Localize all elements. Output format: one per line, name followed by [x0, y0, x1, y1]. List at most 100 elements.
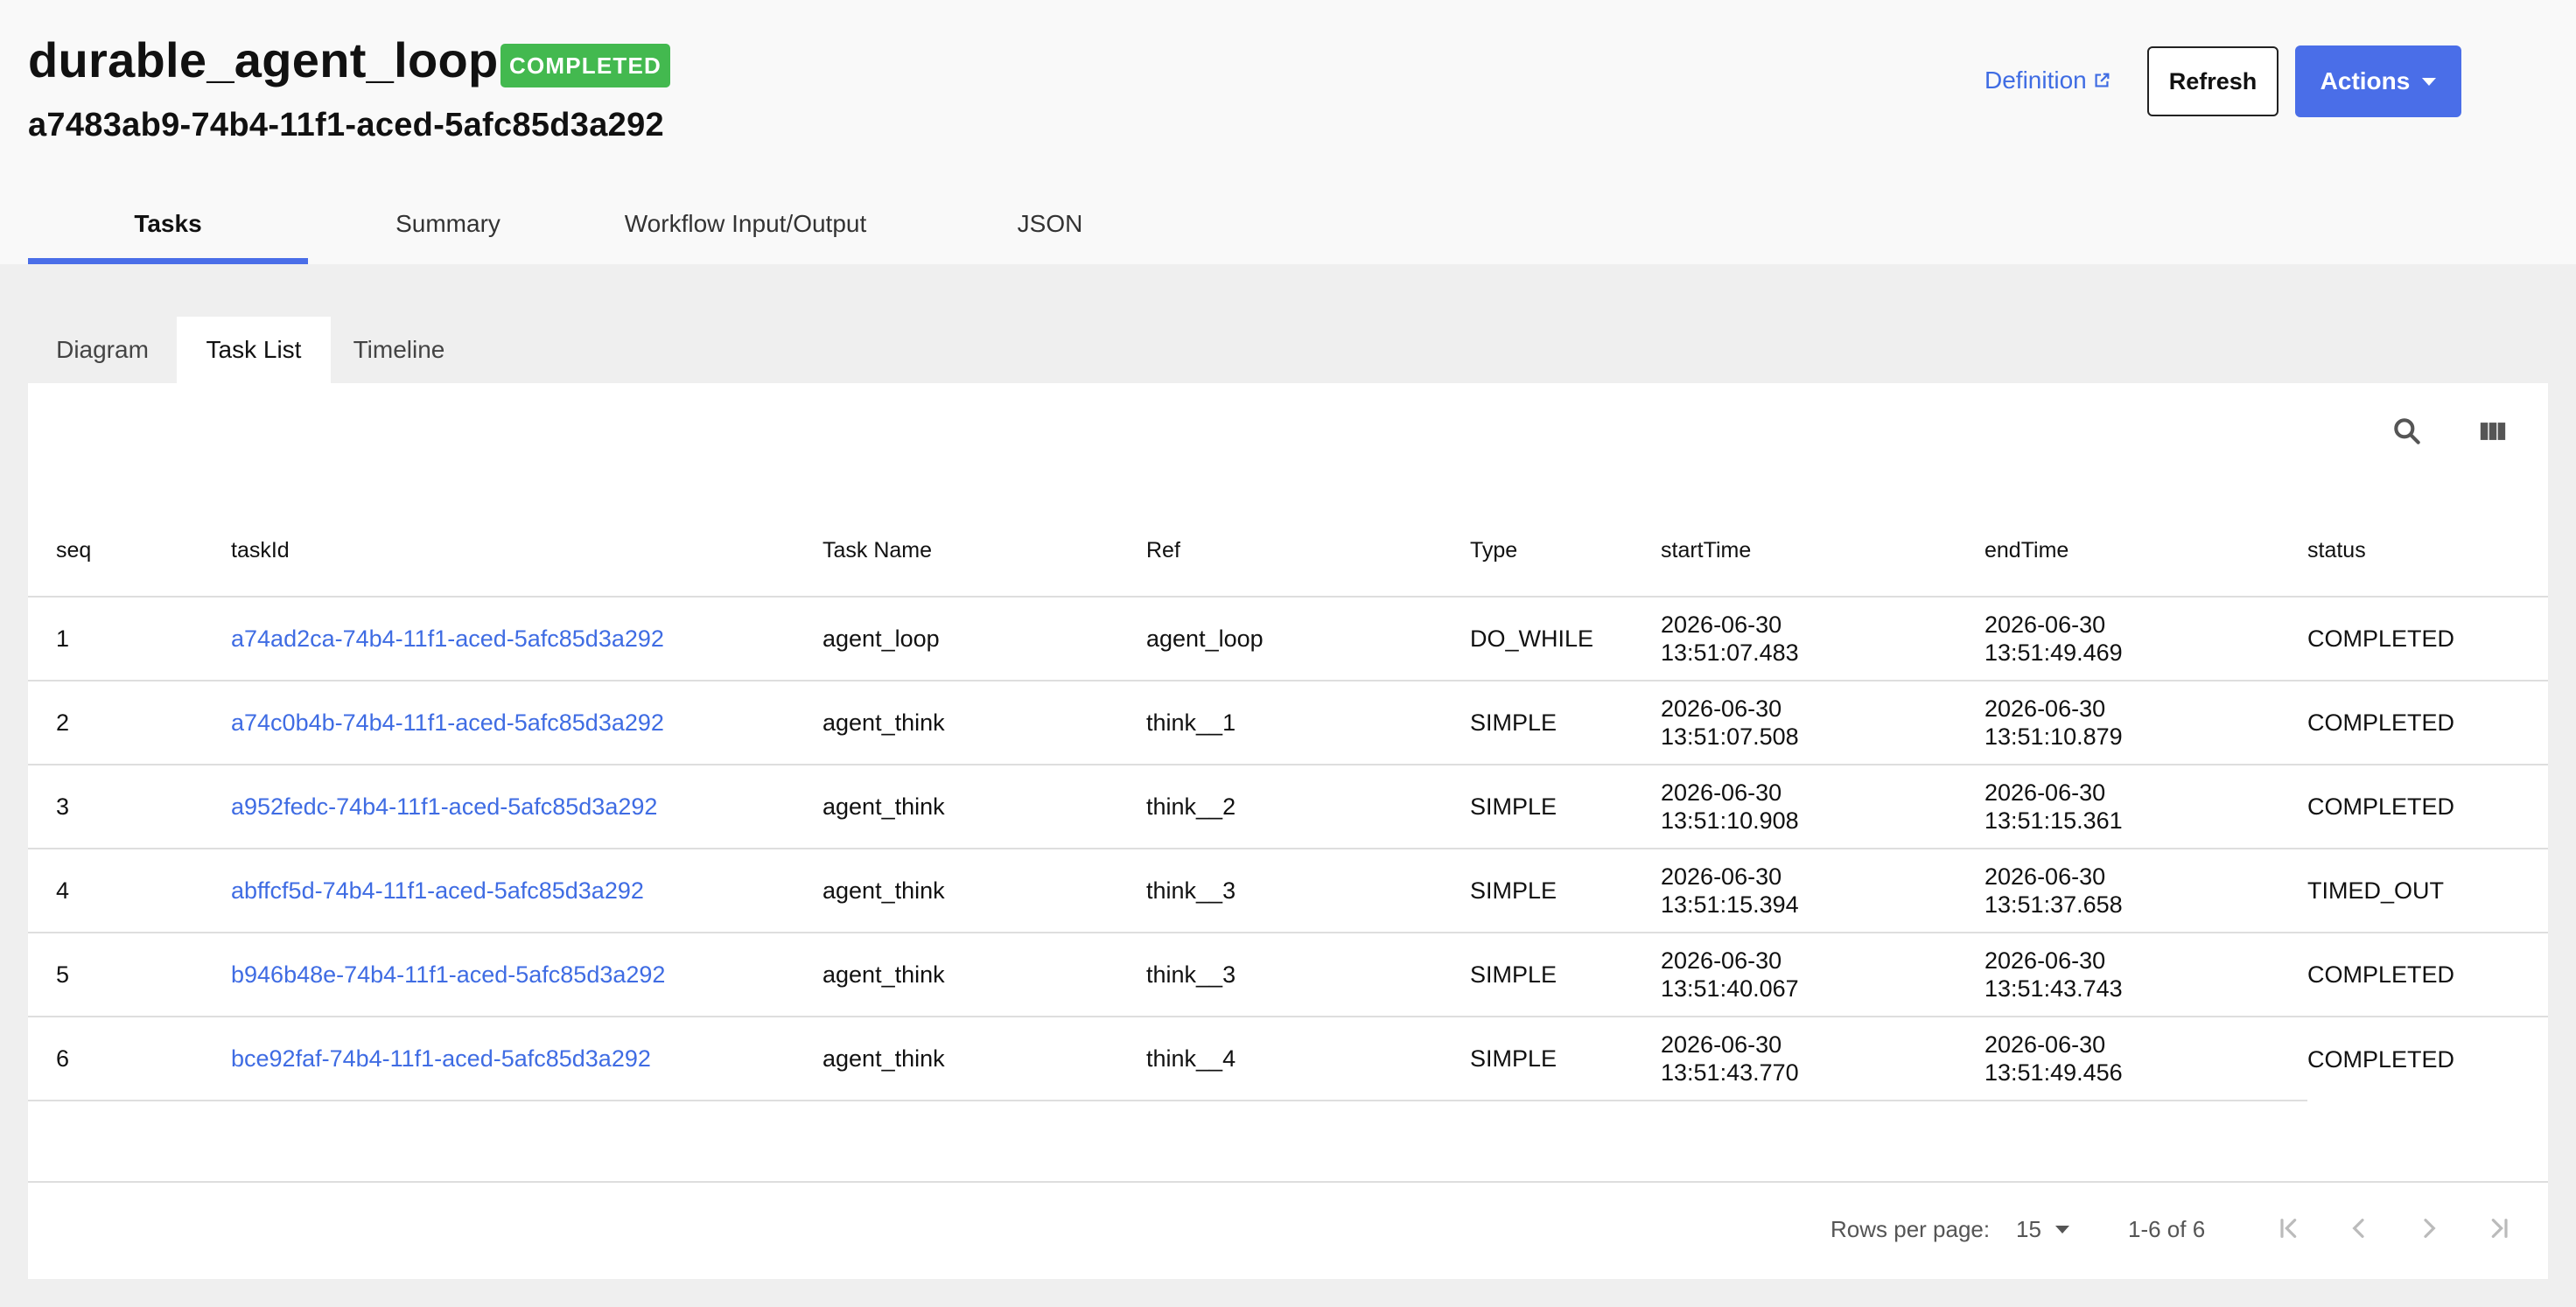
cell-ref: think__3: [1146, 933, 1470, 1017]
end-date: 2026-06-30: [1984, 863, 2106, 890]
cell-status: COMPLETED: [2307, 1045, 2455, 1073]
task-id-link[interactable]: a74c0b4b-74b4-11f1-aced-5afc85d3a292: [231, 709, 664, 736]
last-page-icon[interactable]: [2485, 1214, 2513, 1242]
cell-start-time: 2026-06-30 13:51:07.508: [1661, 681, 1984, 765]
column-header-status[interactable]: status: [2307, 506, 2548, 598]
search-icon[interactable]: [2390, 415, 2424, 448]
cell-status: TIMED_OUT: [2307, 849, 2548, 933]
column-header-task-name[interactable]: Task Name: [822, 506, 1146, 598]
column-header-endtime[interactable]: endTime: [1984, 506, 2307, 598]
subtab-task-list[interactable]: Task List: [177, 317, 331, 383]
start-clock: 13:51:15.394: [1661, 891, 1799, 918]
task-id-link[interactable]: bce92faf-74b4-11f1-aced-5afc85d3a292: [231, 1045, 651, 1072]
rows-per-page-label: Rows per page:: [1830, 1216, 1991, 1242]
cell-type: SIMPLE: [1470, 765, 1661, 849]
start-date: 2026-06-30: [1661, 612, 1782, 638]
column-header-type[interactable]: Type: [1470, 506, 1661, 598]
table-pagination: Rows per page: 15 1-6 of 6: [28, 1181, 2548, 1279]
cell-end-time: 2026-06-30 13:51:15.361: [1984, 765, 2307, 849]
cell-seq: 1: [28, 597, 231, 681]
start-clock: 13:51:07.483: [1661, 640, 1799, 666]
cell-type: SIMPLE: [1470, 1017, 1661, 1101]
column-header-taskid[interactable]: taskId: [231, 506, 822, 598]
cell-type: SIMPLE: [1470, 849, 1661, 933]
cell-end-time: 2026-06-30 13:51:10.879: [1984, 681, 2307, 765]
cell-ref: think__4: [1146, 1017, 1470, 1101]
table-row: 6 bce92faf-74b4-11f1-aced-5afc85d3a292 a…: [28, 1017, 2548, 1101]
subtab-label: Timeline: [353, 336, 445, 363]
cell-task-name: agent_think: [822, 765, 1146, 849]
start-date: 2026-06-30: [1661, 863, 1782, 890]
previous-page-icon[interactable]: [2345, 1214, 2373, 1242]
cell-status: COMPLETED: [2307, 681, 2548, 765]
table-row: 5 b946b48e-74b4-11f1-aced-5afc85d3a292 a…: [28, 933, 2548, 1017]
subtab-timeline[interactable]: Timeline: [331, 317, 467, 383]
table-header-row: seq taskId Task Name Ref Type startTime …: [28, 506, 2548, 598]
cell-task-name: agent_think: [822, 681, 1146, 765]
cell-end-time: 2026-06-30 13:51:37.658: [1984, 849, 2307, 933]
task-table: seq taskId Task Name Ref Type startTime …: [28, 506, 2548, 1101]
end-clock: 13:51:43.743: [1984, 975, 2123, 1002]
task-id-link[interactable]: b946b48e-74b4-11f1-aced-5afc85d3a292: [231, 961, 665, 988]
cell-ref: think__2: [1146, 765, 1470, 849]
start-clock: 13:51:43.770: [1661, 1059, 1799, 1086]
table-row: 2 a74c0b4b-74b4-11f1-aced-5afc85d3a292 a…: [28, 681, 2548, 765]
tab-summary[interactable]: Summary: [308, 198, 588, 264]
start-clock: 13:51:07.508: [1661, 723, 1799, 750]
definition-link[interactable]: Definition: [1984, 66, 2111, 94]
column-header-seq[interactable]: seq: [28, 506, 231, 598]
cell-type: SIMPLE: [1470, 681, 1661, 765]
task-id-link[interactable]: a952fedc-74b4-11f1-aced-5afc85d3a292: [231, 793, 657, 820]
cell-ref: think__1: [1146, 681, 1470, 765]
workflow-header: durable_agent_loop COMPLETED a7483ab9-74…: [0, 0, 2576, 264]
next-page-icon[interactable]: [2415, 1214, 2443, 1242]
tab-label: Workflow Input/Output: [624, 210, 867, 237]
table-row: 3 a952fedc-74b4-11f1-aced-5afc85d3a292 a…: [28, 765, 2548, 849]
subtab-label: Task List: [206, 336, 302, 363]
caret-down-icon: [2422, 77, 2437, 86]
actions-button[interactable]: Actions: [2295, 45, 2461, 117]
external-link-icon: [2095, 73, 2110, 87]
first-page-icon[interactable]: [2275, 1214, 2303, 1242]
end-clock: 13:51:49.456: [1984, 1059, 2123, 1086]
pagination-range: 1-6 of 6: [2128, 1216, 2206, 1242]
status-badge: COMPLETED: [500, 44, 670, 87]
end-clock: 13:51:15.361: [1984, 807, 2123, 834]
cell-seq: 2: [28, 681, 231, 765]
task-id-link[interactable]: a74ad2ca-74b4-11f1-aced-5afc85d3a292: [231, 626, 664, 652]
cell-seq: 4: [28, 849, 231, 933]
workflow-id: a7483ab9-74b4-11f1-aced-5afc85d3a292: [28, 107, 664, 143]
cell-start-time: 2026-06-30 13:51:40.067: [1661, 933, 1984, 1017]
task-id-link[interactable]: abffcf5d-74b4-11f1-aced-5afc85d3a292: [231, 877, 644, 904]
tab-json[interactable]: JSON: [910, 198, 1190, 264]
cell-end-time: 2026-06-30 13:51:49.456: [1984, 1017, 2307, 1101]
rows-per-page-select[interactable]: 15: [2016, 1216, 2069, 1243]
column-header-starttime[interactable]: startTime: [1661, 506, 1984, 598]
end-date: 2026-06-30: [1984, 779, 2106, 806]
start-clock: 13:51:10.908: [1661, 807, 1799, 834]
cell-type: SIMPLE: [1470, 933, 1661, 1017]
cell-status: COMPLETED: [2307, 597, 2548, 681]
table-row: 4 abffcf5d-74b4-11f1-aced-5afc85d3a292 a…: [28, 849, 2548, 933]
tab-tasks[interactable]: Tasks: [28, 198, 308, 264]
cell-type: DO_WHILE: [1470, 597, 1661, 681]
cell-start-time: 2026-06-30 13:51:10.908: [1661, 765, 1984, 849]
tab-label: Summary: [396, 210, 500, 237]
cell-seq: 3: [28, 765, 231, 849]
cell-task-name: agent_loop: [822, 597, 1146, 681]
refresh-button[interactable]: Refresh: [2147, 46, 2278, 116]
end-date: 2026-06-30: [1984, 695, 2106, 722]
cell-task-name: agent_think: [822, 1017, 1146, 1101]
end-date: 2026-06-30: [1984, 1031, 2106, 1058]
end-clock: 13:51:37.658: [1984, 891, 2123, 918]
tab-workflow-input-output[interactable]: Workflow Input/Output: [588, 198, 903, 264]
cell-start-time: 2026-06-30 13:51:07.483: [1661, 597, 1984, 681]
column-header-ref[interactable]: Ref: [1146, 506, 1470, 598]
subtab-label: Diagram: [56, 336, 149, 363]
cell-end-time: 2026-06-30 13:51:49.469: [1984, 597, 2307, 681]
view-columns-icon[interactable]: [2478, 416, 2508, 446]
subtab-diagram[interactable]: Diagram: [28, 317, 177, 383]
cell-start-time: 2026-06-30 13:51:15.394: [1661, 849, 1984, 933]
start-date: 2026-06-30: [1661, 695, 1782, 722]
tab-label: Tasks: [134, 210, 202, 237]
